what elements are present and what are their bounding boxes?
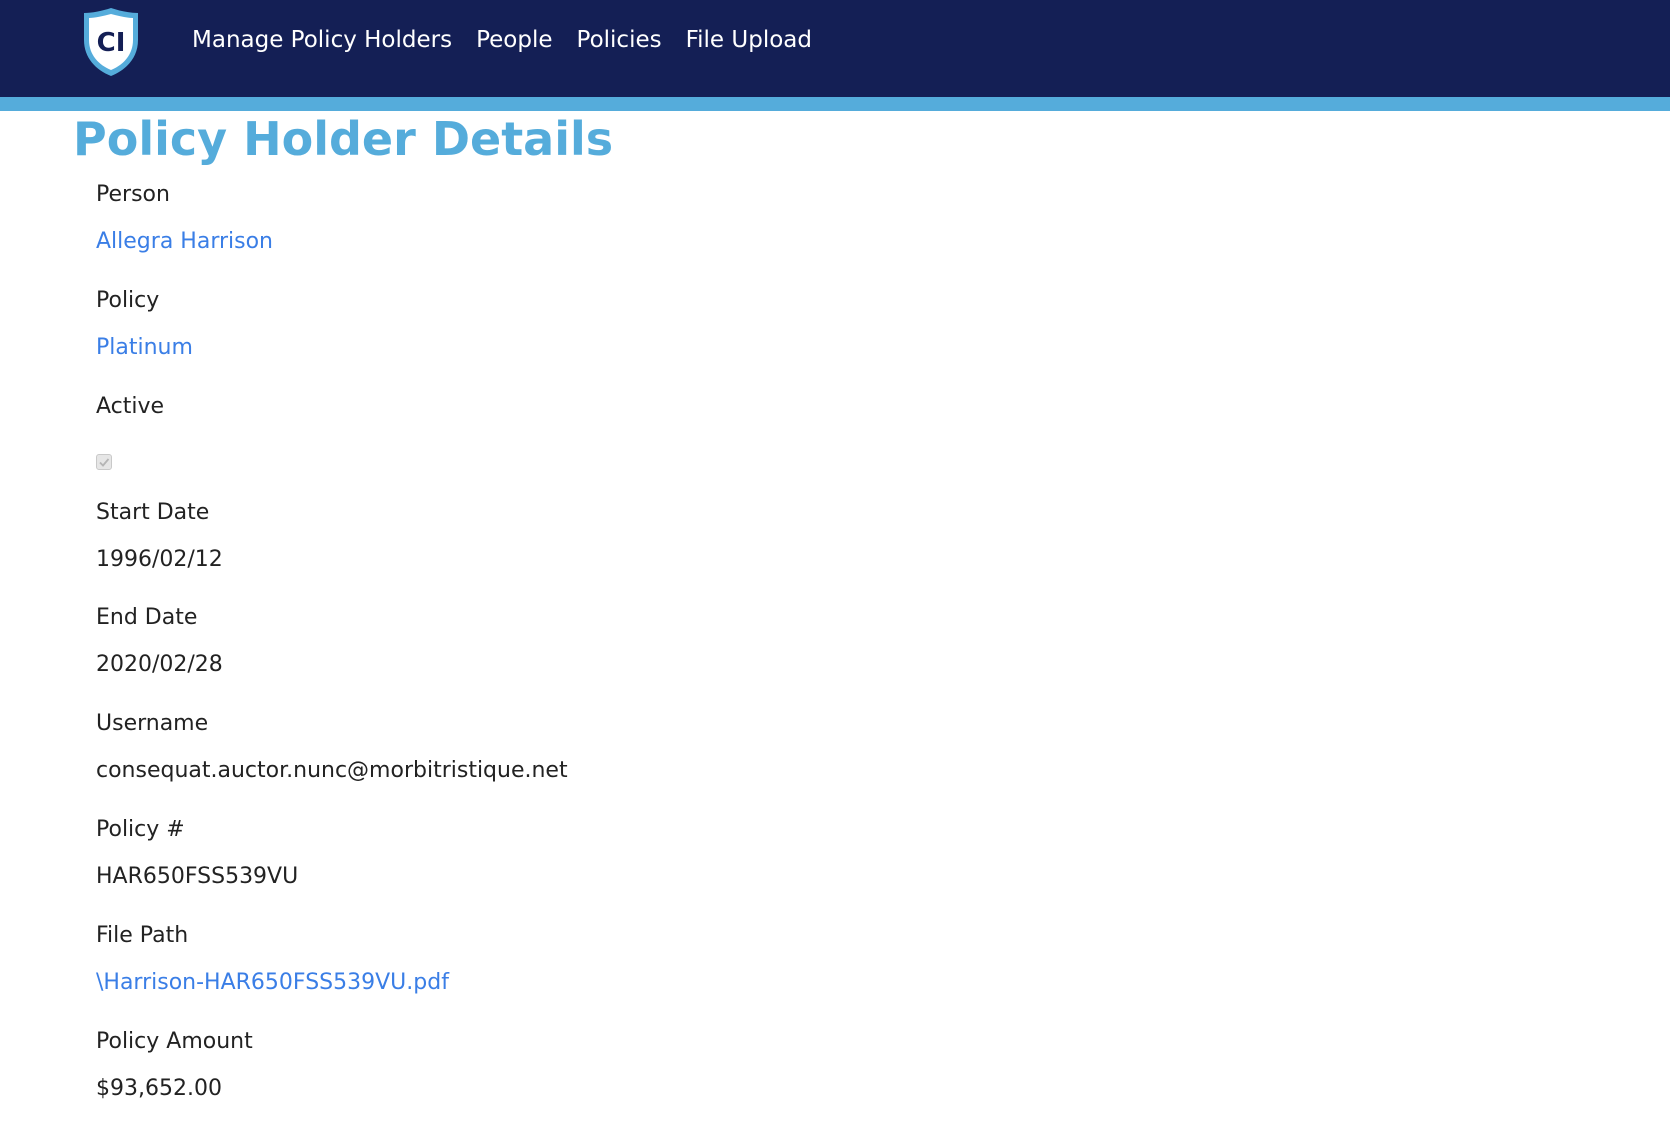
page-title: Policy Holder Details [73,112,614,166]
active-label: Active [96,394,165,419]
nav-link-manage-policy-holders[interactable]: Manage Policy Holders [192,27,452,53]
end-date-value: 2020/02/28 [96,652,223,677]
start-date-value: 1996/02/12 [96,547,223,572]
accent-bar [0,97,1670,111]
policy-label: Policy [96,288,160,313]
policy-amount-value: $93,652.00 [96,1076,222,1101]
policy-number-label: Policy # [96,817,185,842]
logo-text: CI [97,28,126,58]
person-link[interactable]: Allegra Harrison [96,229,273,254]
policy-link[interactable]: Platinum [96,335,193,360]
nav-link-policies[interactable]: Policies [577,27,662,53]
checkmark-icon [99,458,110,467]
nav-links: Manage Policy Holders People Policies Fi… [192,27,836,53]
nav-link-people[interactable]: People [476,27,552,53]
file-path-label: File Path [96,923,189,948]
policy-number-value: HAR650FSS539VU [96,864,299,889]
person-label: Person [96,182,170,207]
file-path-link[interactable]: \Harrison-HAR650FSS539VU.pdf [96,970,449,995]
start-date-label: Start Date [96,500,210,525]
top-navbar: CI Manage Policy Holders People Policies… [0,0,1670,97]
username-label: Username [96,711,209,736]
shield-logo-icon[interactable]: CI [80,6,142,78]
username-value: consequat.auctor.nunc@morbitristique.net [96,758,568,783]
active-checkbox [96,454,112,470]
policy-amount-label: Policy Amount [96,1029,253,1054]
nav-link-file-upload[interactable]: File Upload [686,27,812,53]
end-date-label: End Date [96,605,198,630]
